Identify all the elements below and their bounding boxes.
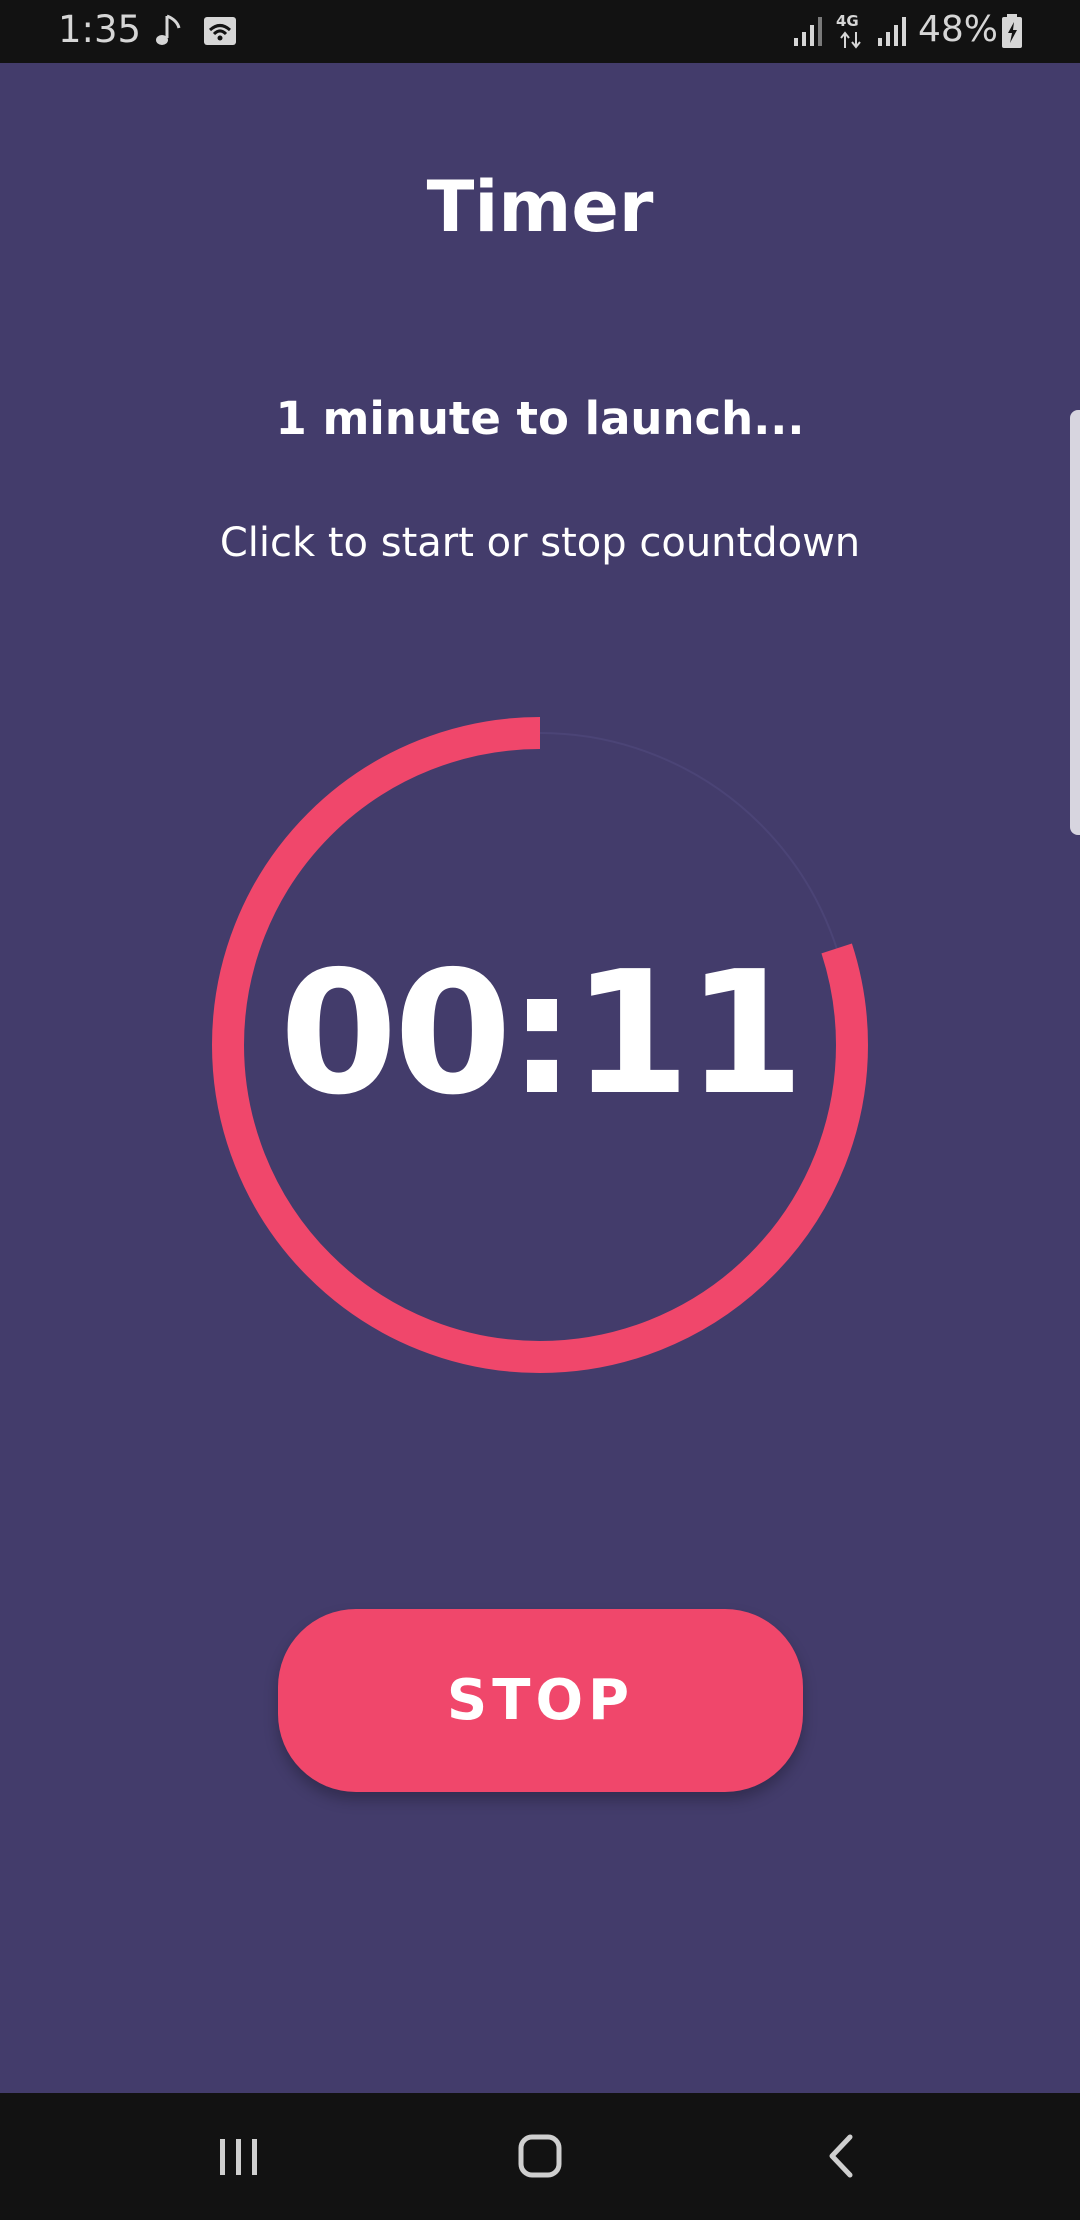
edge-panel-handle[interactable]: [1070, 410, 1080, 835]
stop-button[interactable]: STOP: [278, 1609, 803, 1792]
signal-icon: [878, 17, 906, 46]
wifi-icon: [204, 17, 236, 45]
instruction-text: Click to start or stop countdown: [219, 520, 861, 566]
status-bar: 1:35 4G 48%: [0, 0, 1080, 63]
back-icon[interactable]: [792, 2117, 892, 2197]
timer-readout: 00:11: [279, 935, 804, 1133]
navigation-bar: [0, 2093, 1080, 2220]
battery-charging-icon: [1002, 14, 1022, 48]
home-icon[interactable]: [490, 2117, 590, 2197]
network-type-label: 4G: [836, 12, 859, 30]
data-arrows-icon: [840, 31, 861, 49]
signal-icon: [794, 17, 822, 46]
countdown-timer[interactable]: 00:11: [210, 715, 870, 1375]
battery-percent: 48%: [918, 9, 999, 50]
music-note-icon: [156, 14, 181, 45]
countdown-subtitle: 1 minute to launch...: [275, 392, 805, 445]
recents-icon[interactable]: [188, 2117, 288, 2197]
page-title: Timer: [426, 166, 654, 248]
status-time: 1:35: [58, 8, 142, 51]
